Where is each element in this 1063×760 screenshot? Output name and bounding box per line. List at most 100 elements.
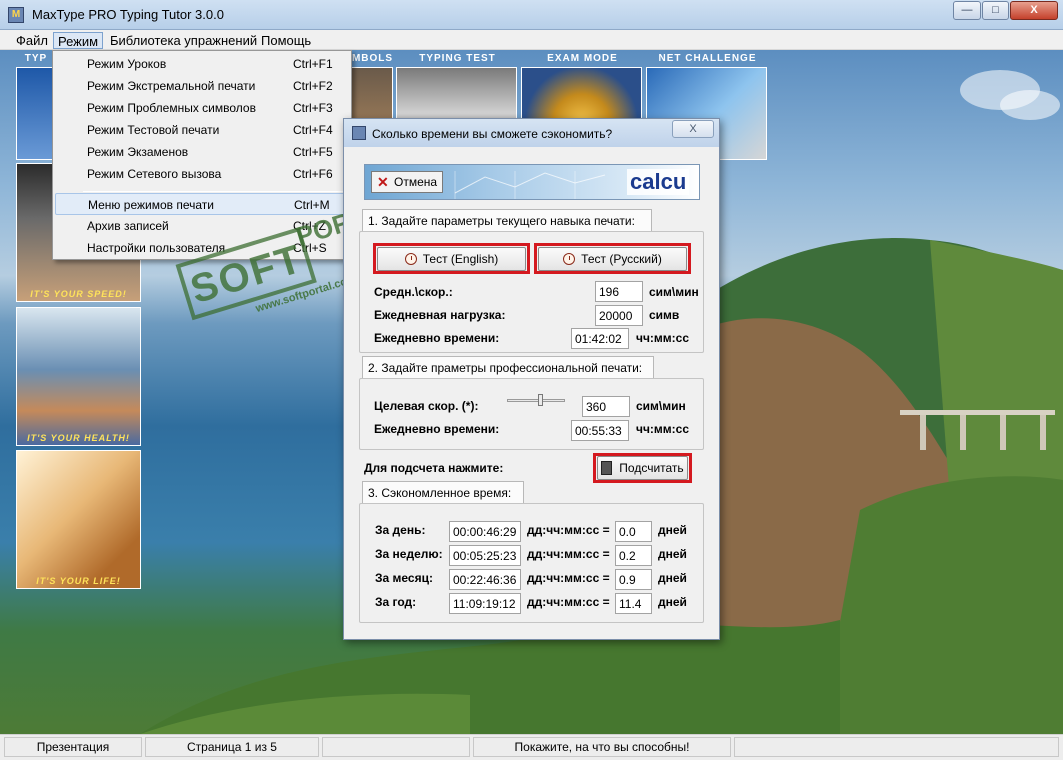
- close-button[interactable]: X: [1010, 1, 1058, 20]
- time-format-label: дд:чч:мм:сс =: [527, 595, 610, 609]
- bridge: [900, 410, 1055, 450]
- test-russian-button[interactable]: Тест (Русский): [538, 247, 687, 271]
- section-3-tab: 3. Сэкономленное время:: [362, 481, 524, 503]
- menu-item-lessons[interactable]: Режим Уроков Ctrl+F1: [55, 53, 349, 75]
- mode-label-symbols: MBOLS: [351, 53, 394, 64]
- time-format-label: дд:чч:мм:сс =: [527, 547, 610, 561]
- maximize-button[interactable]: □: [982, 1, 1009, 20]
- saved-month-time-field[interactable]: 00:22:46:36: [449, 569, 521, 590]
- menu-item-problem-symbols[interactable]: Режим Проблемных символов Ctrl+F3: [55, 97, 349, 119]
- test-english-button[interactable]: Тест (English): [377, 247, 526, 271]
- status-empty: [734, 737, 1059, 757]
- target-speed-slider-thumb[interactable]: [538, 394, 543, 406]
- calculate-button[interactable]: Подсчитать: [597, 456, 688, 480]
- avg-speed-label: Средн.\скор.:: [374, 285, 453, 299]
- menu-bar: Файл Режим Библиотека упражнений Помощь: [0, 30, 1063, 50]
- cloud-shape: [1000, 90, 1060, 120]
- menu-item-label: Режим Сетевого вызова: [87, 167, 222, 181]
- menu-item-exams[interactable]: Режим Экзаменов Ctrl+F5: [55, 141, 349, 163]
- window-title: MaxType PRO Typing Tutor 3.0.0: [32, 7, 224, 22]
- menu-item-extreme[interactable]: Режим Экстремальной печати Ctrl+F2: [55, 75, 349, 97]
- cancel-button[interactable]: ✕ Отмена: [371, 171, 443, 193]
- menu-item-label: Режим Проблемных символов: [87, 101, 256, 115]
- target-speed-slider[interactable]: [507, 399, 565, 402]
- side-panel-caption: IT'S YOUR LIFE!: [36, 576, 121, 586]
- side-panel-life: IT'S YOUR LIFE!: [16, 450, 141, 589]
- dialog-title-bar: Сколько времени вы сможете сэкономить? X: [344, 119, 719, 147]
- minimize-button[interactable]: —: [953, 1, 981, 20]
- days-unit: дней: [658, 571, 687, 585]
- daily-time-label: Ежедневно времени:: [374, 331, 500, 345]
- section-1-tab: 1. Задайте параметры текущего навыка печ…: [362, 209, 652, 231]
- dialog-banner: ✕ Отмена calcu: [364, 164, 700, 200]
- daily-time-field[interactable]: 01:42:02: [571, 328, 629, 349]
- avg-speed-field[interactable]: 196: [595, 281, 643, 302]
- time-format-label: дд:чч:мм:сс =: [527, 523, 610, 537]
- status-presentation: Презентация: [4, 737, 142, 757]
- saved-week-label: За неделю:: [375, 547, 443, 561]
- status-page: Страница 1 из 5: [145, 737, 319, 757]
- saved-day-label: За день:: [375, 523, 426, 537]
- calculator-icon: [601, 461, 613, 475]
- target-speed-field[interactable]: 360: [582, 396, 630, 417]
- daily-load-unit: симв: [649, 308, 680, 322]
- saved-year-time-field[interactable]: 11:09:19:12: [449, 593, 521, 614]
- clock-icon: [563, 253, 576, 265]
- calc-prompt: Для подсчета нажмите:: [364, 461, 504, 475]
- menu-file[interactable]: Файл: [12, 32, 52, 49]
- mode-label-typing: TYP: [24, 53, 48, 64]
- side-panel-caption: IT'S YOUR SPEED!: [30, 289, 127, 299]
- cancel-button-label: Отмена: [394, 175, 438, 189]
- time-format-label: дд:чч:мм:сс =: [527, 571, 610, 585]
- status-slogan: Покажите, на что вы способны!: [473, 737, 731, 757]
- menu-item-label: Режим Экзаменов: [87, 145, 189, 159]
- test-russian-label: Тест (Русский): [581, 252, 662, 266]
- menu-item-label: Архив записей: [87, 219, 169, 233]
- daily-load-field[interactable]: 20000: [595, 305, 643, 326]
- menu-exercise-library[interactable]: Библиотека упражнений: [106, 32, 261, 49]
- menu-item-label: Режим Уроков: [87, 57, 167, 71]
- status-empty: [322, 737, 470, 757]
- menu-item-shortcut: Ctrl+F5: [293, 145, 333, 159]
- saved-day-days-field[interactable]: 0.0: [615, 521, 652, 542]
- title-bar: M MaxType PRO Typing Tutor 3.0.0 — □ X: [0, 0, 1063, 30]
- menu-separator: [83, 191, 347, 192]
- saved-week-time-field[interactable]: 00:05:25:23: [449, 545, 521, 566]
- status-bar: Презентация Страница 1 из 5 Покажите, на…: [0, 734, 1063, 760]
- pro-daily-time-unit: чч:мм:сс: [636, 422, 690, 436]
- cancel-x-icon: ✕: [377, 174, 389, 190]
- mode-label-exam-mode: EXAM MODE: [547, 53, 618, 64]
- saved-week-days-field[interactable]: 0.2: [615, 545, 652, 566]
- saved-day-time-field[interactable]: 00:00:46:29: [449, 521, 521, 542]
- side-panel-caption: IT'S YOUR HEALTH!: [27, 433, 130, 443]
- daily-load-label: Ежедневная нагрузка:: [374, 308, 506, 322]
- menu-item-label: Режим Экстремальной печати: [87, 79, 256, 93]
- days-unit: дней: [658, 523, 687, 537]
- menu-item-net-challenge[interactable]: Режим Сетевого вызова Ctrl+F6: [55, 163, 349, 185]
- app-icon: M: [8, 7, 24, 23]
- menu-item-test-typing[interactable]: Режим Тестовой печати Ctrl+F4: [55, 119, 349, 141]
- saved-month-days-field[interactable]: 0.9: [615, 569, 652, 590]
- menu-item-shortcut: Ctrl+F2: [293, 79, 333, 93]
- days-unit: дней: [658, 547, 687, 561]
- clock-icon: [404, 253, 417, 265]
- calculate-button-label: Подсчитать: [619, 461, 684, 475]
- time-saving-dialog: Сколько времени вы сможете сэкономить? X…: [343, 118, 720, 640]
- side-panel-health: IT'S YOUR HEALTH!: [16, 307, 141, 446]
- dialog-title: Сколько времени вы сможете сэкономить?: [372, 127, 613, 141]
- pro-daily-time-field[interactable]: 00:55:33: [571, 420, 629, 441]
- saved-year-label: За год:: [375, 595, 417, 609]
- banner-calc-word: calcu: [627, 169, 690, 195]
- menu-mode[interactable]: Режим: [53, 32, 104, 49]
- typing-mode-tile[interactable]: TYP: [16, 53, 53, 160]
- dialog-close-button[interactable]: X: [672, 120, 714, 138]
- menu-item-label: Режим Тестовой печати: [87, 123, 220, 137]
- section-2-tab: 2. Задайте праметры профессиональной печ…: [362, 356, 654, 378]
- test-english-label: Тест (English): [422, 252, 499, 266]
- days-unit: дней: [658, 595, 687, 609]
- menu-item-shortcut: Ctrl+F1: [293, 57, 333, 71]
- saved-year-days-field[interactable]: 11.4: [615, 593, 652, 614]
- pro-daily-time-label: Ежедневно времени:: [374, 422, 500, 436]
- avg-speed-unit: сим\мин: [649, 285, 699, 299]
- menu-help[interactable]: Помощь: [257, 32, 315, 49]
